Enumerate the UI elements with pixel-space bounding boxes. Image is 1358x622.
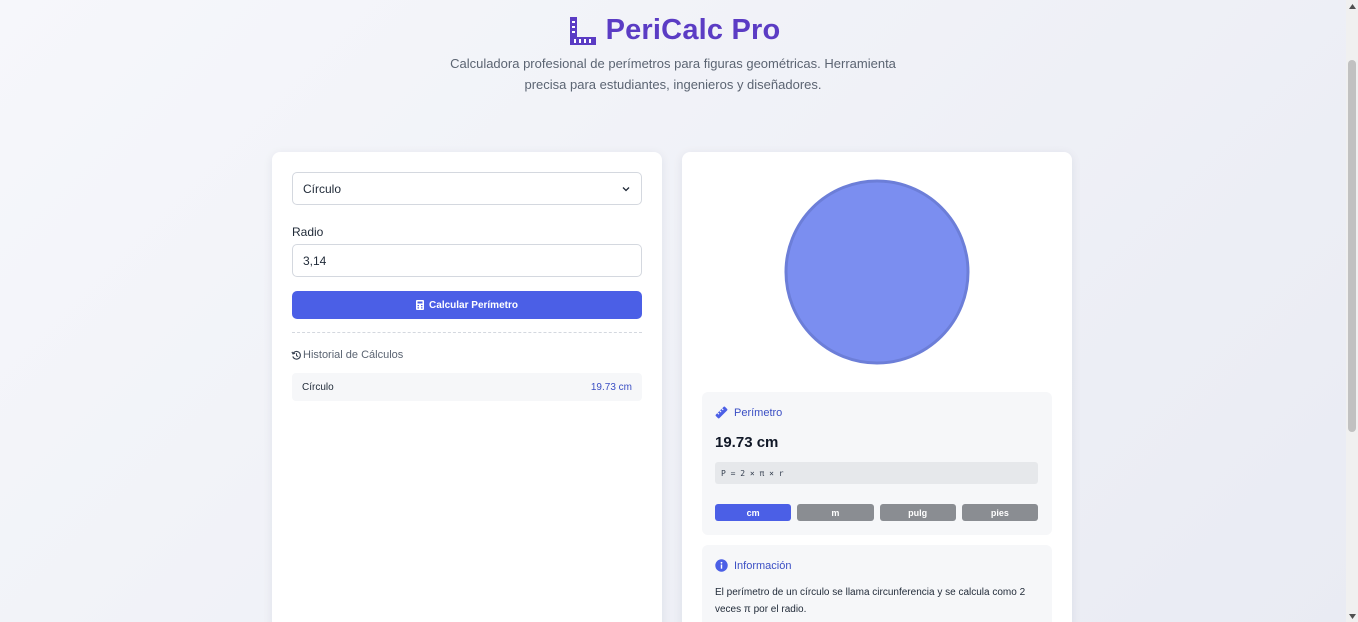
circle-shape [784,179,970,365]
unit-button-pulg[interactable]: pulg [879,504,956,521]
shape-select[interactable]: Círculo [292,172,642,205]
formula: P = 2 × π × r [715,462,1038,484]
unit-selector: cm m pulg pies [715,504,1038,521]
history-item[interactable]: Círculo 19.73 cm [292,373,642,401]
history-item-value: 19.73 cm [590,381,632,393]
chevron-down-icon [622,187,630,192]
info-heading: Información [715,559,791,572]
perimeter-value: 19.73 cm [715,434,779,451]
radius-label: Radio [292,225,324,239]
unit-button-m[interactable]: m [797,504,874,521]
page-title: PeriCalc Pro [605,14,781,46]
scrollbar[interactable] [1346,0,1358,622]
history-title: Historial de Cálculos [303,349,404,361]
history-icon [291,350,301,360]
info-heading-label: Información [734,559,792,572]
scroll-down-arrow-icon[interactable] [1346,610,1358,622]
divider [292,332,642,333]
page: PeriCalc Pro Calculadora profesional de … [0,0,1346,622]
scroll-up-arrow-icon[interactable] [1346,0,1358,12]
shape-preview-canvas [784,179,970,365]
perimeter-heading: Perímetro [715,406,782,419]
brand: PeriCalc Pro [566,14,781,47]
calculate-button[interactable]: Calcular Perímetro [292,291,642,319]
ruler-icon [715,406,728,419]
unit-button-pies[interactable]: pies [961,504,1038,521]
ruler-icon [569,16,596,45]
history-heading: Historial de Cálculos [291,349,403,361]
shape-select-value: Círculo [303,181,342,196]
shape-preview [682,172,1072,372]
info-icon [715,559,728,572]
calculator-icon [416,300,425,310]
info-panel: Información El perímetro de un círculo s… [702,545,1052,622]
header: PeriCalc Pro [0,14,1346,52]
calculator-card: Círculo Radio Calcular Perímetro [272,152,662,622]
perimeter-heading-label: Perímetro [734,406,783,419]
info-text: El perímetro de un círculo se llama circ… [715,587,1026,615]
radius-input[interactable] [292,244,642,277]
perimeter-result: Perímetro 19.73 cm P = 2 × π × r cm m pu… [702,392,1052,535]
calculate-button-label: Calcular Perímetro [429,299,518,311]
page-subtitle: Calculadora profesional de perímetros pa… [450,56,896,92]
unit-button-cm[interactable]: cm [715,504,792,521]
history-item-shape: Círculo [302,381,334,393]
result-card: Perímetro 19.73 cm P = 2 × π × r cm m pu… [682,152,1072,622]
scrollbar-thumb[interactable] [1348,60,1356,432]
